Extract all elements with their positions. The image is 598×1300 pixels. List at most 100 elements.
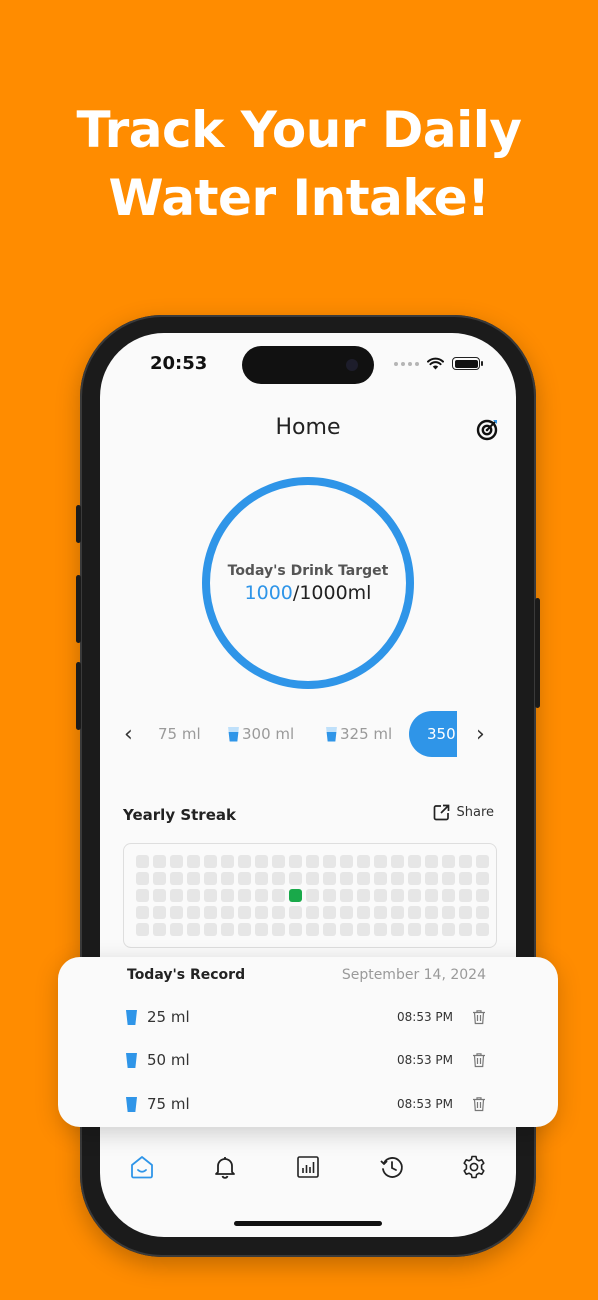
bottom-nav [100, 1150, 516, 1186]
quick-add-selected[interactable]: 350 [409, 711, 457, 757]
streak-cell [272, 855, 285, 868]
record-date: September 14, 2024 [341, 967, 486, 983]
quick-add-325[interactable]: 325 ml [326, 725, 392, 743]
target-value: 1000/1000ml [100, 582, 516, 604]
streak-cell [408, 872, 421, 885]
history-icon[interactable] [379, 1154, 405, 1180]
status-time: 20:53 [150, 353, 208, 374]
streak-cell [272, 906, 285, 919]
streak-cell [238, 855, 251, 868]
phone-volume-down [76, 662, 81, 730]
streak-title: Yearly Streak [123, 806, 236, 824]
streak-cell [340, 872, 353, 885]
streak-cell [323, 906, 336, 919]
streak-cell [153, 906, 166, 919]
target-goal: 1000ml [299, 582, 372, 604]
battery-icon [452, 357, 483, 370]
record-time: 08:53 PM [397, 1053, 453, 1067]
streak-cell [238, 923, 251, 936]
phone-action-button [76, 505, 81, 543]
trash-icon[interactable] [472, 1096, 486, 1112]
streak-cell [272, 923, 285, 936]
streak-cell [391, 855, 404, 868]
streak-cell [136, 906, 149, 919]
streak-cell [204, 923, 217, 936]
streak-cell [153, 889, 166, 902]
streak-cell [306, 923, 319, 936]
wifi-icon [427, 357, 444, 370]
streak-cell [204, 855, 217, 868]
streak-cell [476, 906, 489, 919]
streak-cell [323, 889, 336, 902]
settings-icon[interactable] [461, 1154, 487, 1180]
streak-cell [306, 855, 319, 868]
streak-cell [238, 889, 251, 902]
streak-cell [357, 855, 370, 868]
home-indicator[interactable] [234, 1221, 382, 1226]
streak-cell [136, 923, 149, 936]
stats-icon[interactable] [295, 1154, 321, 1180]
streak-cell [459, 923, 472, 936]
cup-icon [326, 726, 337, 742]
streak-cell [153, 855, 166, 868]
streak-cell [357, 906, 370, 919]
quick-add-300[interactable]: 300 ml [228, 725, 294, 743]
streak-cell [425, 906, 438, 919]
streak-cell [357, 923, 370, 936]
streak-cell [459, 872, 472, 885]
streak-grid-container [123, 843, 497, 948]
home-icon[interactable] [129, 1154, 155, 1180]
phone-power-button [535, 598, 540, 708]
streak-cell [221, 889, 234, 902]
streak-cell [476, 889, 489, 902]
share-button[interactable]: Share [433, 804, 494, 821]
streak-cell [425, 872, 438, 885]
streak-cell [238, 872, 251, 885]
streak-cell [442, 872, 455, 885]
streak-cell [459, 855, 472, 868]
streak-cell [204, 906, 217, 919]
camera-icon [346, 359, 358, 371]
trash-icon[interactable] [472, 1052, 486, 1068]
streak-cell [374, 872, 387, 885]
streak-cell [255, 889, 268, 902]
streak-cell [391, 889, 404, 902]
streak-cell [340, 889, 353, 902]
chevron-right-icon[interactable]: › [476, 723, 485, 747]
streak-cell [374, 906, 387, 919]
streak-cell [187, 923, 200, 936]
streak-cell [425, 923, 438, 936]
streak-cell [476, 855, 489, 868]
streak-cell [289, 923, 302, 936]
streak-cell [374, 889, 387, 902]
quick-add-75[interactable]: 75 ml [158, 725, 201, 743]
signal-icon [394, 361, 419, 366]
target-goal-icon[interactable] [476, 417, 500, 441]
streak-cell [374, 855, 387, 868]
todays-record-card: Today's Record September 14, 2024 25 ml … [58, 957, 558, 1127]
streak-cell [170, 855, 183, 868]
streak-cell [391, 923, 404, 936]
quick-add-carousel: ‹ 75 ml 300 ml 325 ml 350 › [100, 711, 516, 759]
streak-cell [476, 923, 489, 936]
record-row: 50 ml 08:53 PM [58, 1046, 558, 1076]
streak-cell [408, 906, 421, 919]
streak-cell [221, 872, 234, 885]
streak-cell [340, 923, 353, 936]
cup-icon [126, 1053, 137, 1068]
chevron-left-icon[interactable]: ‹ [124, 723, 133, 747]
record-time: 08:53 PM [397, 1097, 453, 1111]
cup-icon [126, 1010, 137, 1025]
streak-cell [187, 889, 200, 902]
target-label: Today's Drink Target [227, 563, 389, 579]
streak-cell [272, 889, 285, 902]
streak-cell [323, 923, 336, 936]
streak-cell [442, 889, 455, 902]
trash-icon[interactable] [472, 1009, 486, 1025]
streak-cell [289, 906, 302, 919]
bell-icon[interactable] [212, 1154, 238, 1180]
cup-icon [126, 1097, 137, 1112]
streak-cell [357, 872, 370, 885]
streak-cell [408, 889, 421, 902]
streak-cell [340, 906, 353, 919]
